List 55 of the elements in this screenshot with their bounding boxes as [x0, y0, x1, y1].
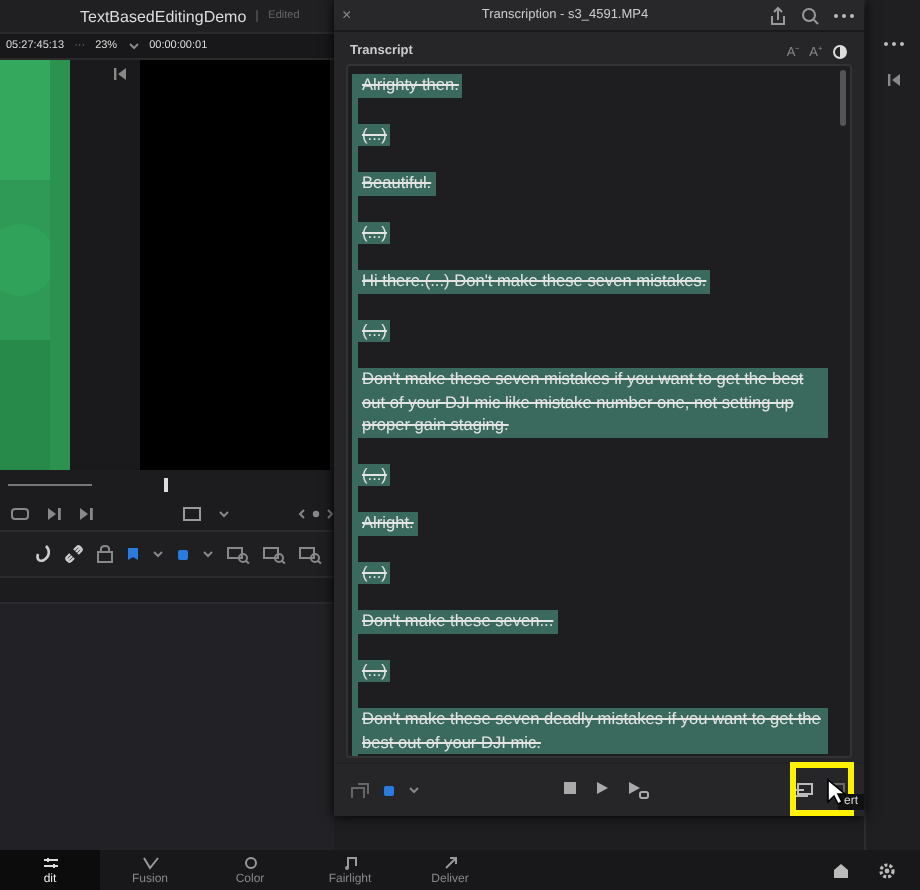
- flag-icon[interactable]: [126, 546, 140, 562]
- caret-icon[interactable]: [152, 548, 164, 560]
- skip-end-icon[interactable]: [78, 506, 94, 522]
- transcript-paragraph[interactable]: Don't make these seven deadly mistakes if you want to get the best out of your DJI mic.: [358, 708, 828, 754]
- zoom-icon[interactable]: [226, 545, 250, 563]
- transcript-paragraph[interactable]: (...): [358, 463, 391, 486]
- transcript-paragraph[interactable]: Hi there.(...) Don't make these seven mistakes.: [358, 270, 711, 293]
- fairlight-page-icon[interactable]: [341, 856, 359, 870]
- transcript-paragraph[interactable]: Don't make these seven...: [358, 610, 558, 633]
- fusion-page-icon[interactable]: [141, 856, 159, 870]
- clip-icon[interactable]: [350, 781, 370, 799]
- marker-icon[interactable]: [382, 783, 396, 797]
- loop-icon[interactable]: [10, 506, 30, 522]
- transcript-paragraph[interactable]: (...): [358, 221, 391, 244]
- caret-icon[interactable]: [127, 40, 140, 52]
- transcript-paragraph[interactable]: (...): [358, 561, 391, 584]
- cursor-icon: [826, 778, 846, 806]
- share-icon[interactable]: [768, 5, 788, 25]
- zoom-icon[interactable]: [262, 545, 286, 563]
- caret-icon[interactable]: [408, 784, 420, 796]
- navigation-icon[interactable]: [298, 508, 334, 520]
- zoom-icon[interactable]: [298, 545, 322, 563]
- skip-end-icon[interactable]: [46, 506, 62, 522]
- home-icon[interactable]: [832, 862, 850, 878]
- transcript-paragraph[interactable]: (...): [358, 659, 391, 682]
- caret-icon[interactable]: [202, 548, 214, 560]
- search-icon[interactable]: [800, 5, 820, 25]
- skip-start-icon[interactable]: [112, 66, 128, 82]
- deliver-page-icon[interactable]: [441, 856, 459, 870]
- caret-icon[interactable]: [218, 508, 231, 520]
- settings-icon[interactable]: [878, 861, 896, 879]
- edit-page-icon[interactable]: [41, 856, 59, 870]
- skip-start-icon[interactable]: [885, 72, 901, 88]
- transcript-paragraph[interactable]: Beautiful.: [358, 172, 436, 195]
- color-page-icon[interactable]: [241, 856, 259, 870]
- frame-icon[interactable]: [182, 506, 203, 522]
- lock-icon[interactable]: [96, 544, 114, 564]
- hook-icon[interactable]: [34, 544, 52, 564]
- play-loop-icon[interactable]: [626, 780, 650, 800]
- more-icon[interactable]: [881, 40, 905, 48]
- play-icon[interactable]: [594, 780, 610, 796]
- transcript-paragraph[interactable]: Alright.: [358, 512, 418, 535]
- scrollbar[interactable]: [840, 70, 846, 126]
- transcript-paragraph[interactable]: (...): [358, 319, 391, 342]
- close-button[interactable]: ×: [342, 6, 362, 24]
- project-title: TextBasedEditingDemo: [80, 7, 247, 25]
- transcript-paragraph[interactable]: Alrighty then.: [358, 74, 463, 97]
- transcript-paragraph[interactable]: (...): [358, 123, 391, 146]
- insert-icon[interactable]: [792, 781, 814, 799]
- contrast-icon[interactable]: [832, 43, 848, 59]
- link-icon[interactable]: [64, 544, 84, 564]
- transcript-paragraph[interactable]: Don't make these seven mistakes if you want to get the best out of your DJI mic like mistake number one, not setting up proper gain staging.: [358, 368, 828, 437]
- stop-icon[interactable]: [562, 780, 578, 796]
- more-icon[interactable]: [832, 11, 856, 19]
- marker-icon[interactable]: [176, 547, 190, 561]
